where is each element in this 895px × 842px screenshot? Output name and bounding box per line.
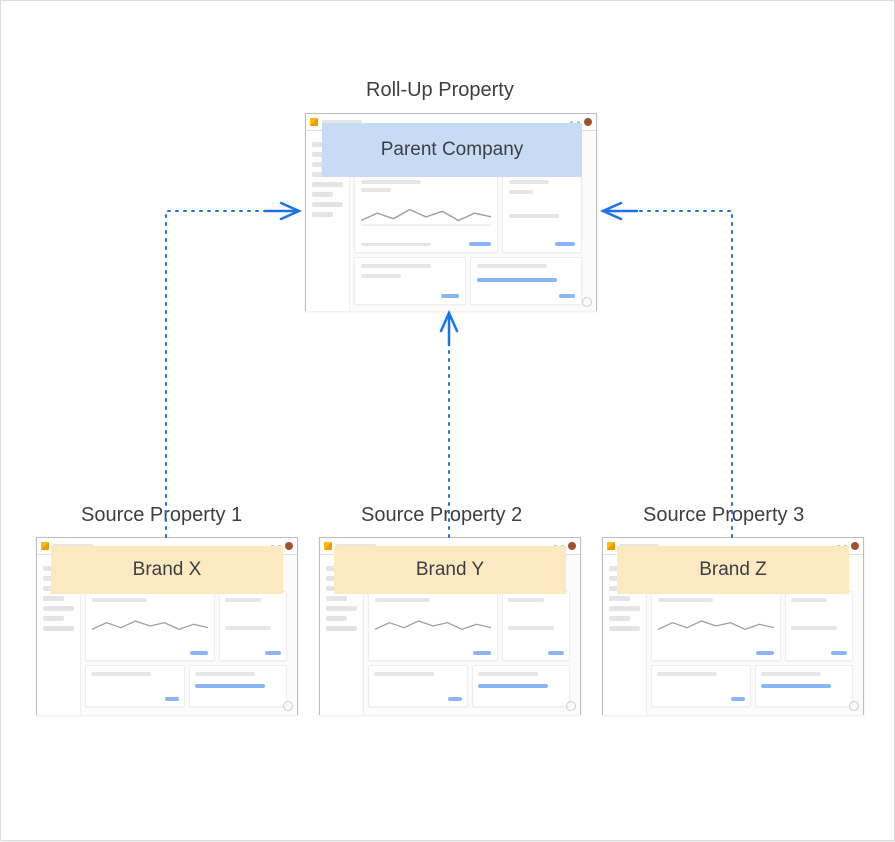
avatar (568, 542, 576, 550)
avatar (285, 542, 293, 550)
source-caption-3: Source Property 3 (643, 504, 804, 527)
source-badge-1: Brand X (51, 546, 283, 594)
source-caption-2: Source Property 2 (361, 504, 522, 527)
source-caption-1: Source Property 1 (81, 504, 242, 527)
gear-icon (582, 297, 592, 307)
diagram-canvas: Roll-Up Property (0, 0, 895, 841)
avatar (584, 118, 592, 126)
source-badge-3: Brand Z (617, 546, 849, 594)
parent-badge: Parent Company (322, 123, 582, 177)
gear-icon (283, 701, 293, 711)
analytics-logo-icon (41, 542, 49, 550)
source-badge-2: Brand Y (334, 546, 566, 594)
parent-caption: Roll-Up Property (366, 79, 514, 102)
avatar (851, 542, 859, 550)
gear-icon (849, 701, 859, 711)
gear-icon (566, 701, 576, 711)
analytics-logo-icon (324, 542, 332, 550)
analytics-logo-icon (607, 542, 615, 550)
analytics-logo-icon (310, 118, 318, 126)
